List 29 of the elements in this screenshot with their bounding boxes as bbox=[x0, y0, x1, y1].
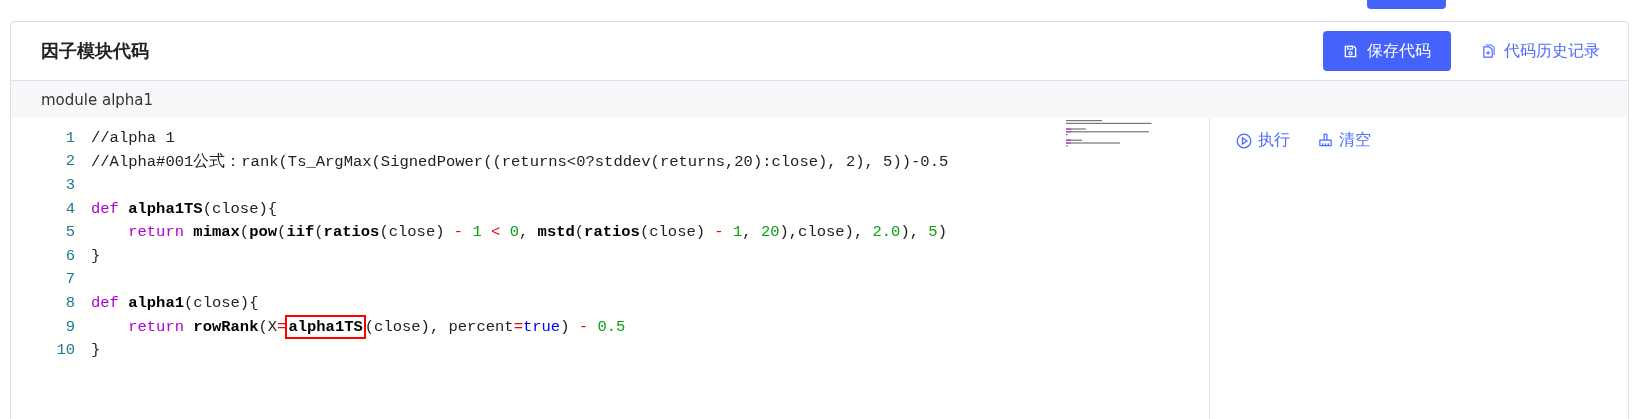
broom-icon bbox=[1318, 133, 1333, 148]
history-link[interactable]: 代码历史记录 bbox=[1481, 40, 1600, 62]
code-line: } bbox=[91, 246, 101, 265]
code-line: //alpha 1 bbox=[91, 128, 175, 147]
line-number: 4 bbox=[64, 199, 76, 218]
button[interactable] bbox=[1367, 0, 1446, 9]
line-number: 3 bbox=[64, 176, 76, 194]
line-number: 7 bbox=[64, 270, 76, 289]
play-icon bbox=[1236, 132, 1252, 149]
line-number: 9 bbox=[64, 317, 76, 336]
code-line: def alpha1TS(close){ bbox=[91, 199, 278, 218]
line-number: 5 bbox=[64, 223, 76, 242]
clear-button[interactable]: 清空 bbox=[1318, 130, 1371, 151]
save-icon bbox=[1343, 43, 1358, 59]
code-line: return rowRank(X=alpha1TS(close), percent=true) - 0.5 bbox=[91, 317, 626, 336]
code-line: //Alpha#001公式：rank(Ts_ArgMax(SignedPower((returns<0?stddev(returns,20):close), 2), 5))-0.5 bbox=[91, 151, 949, 172]
code-line: } bbox=[91, 341, 101, 360]
document-icon bbox=[1481, 43, 1496, 59]
line-number: 6 bbox=[64, 246, 76, 265]
line-number: 10 bbox=[55, 341, 76, 360]
module-name: module alpha1 bbox=[41, 90, 154, 109]
line-number: 1 bbox=[64, 128, 76, 147]
save-button[interactable]: 保存代码 bbox=[1323, 31, 1451, 71]
run-button[interactable]: 执行 bbox=[1236, 130, 1290, 151]
line-number: 8 bbox=[64, 293, 76, 312]
line-number: 2 bbox=[64, 152, 76, 171]
card-title: 因子模块代码 bbox=[41, 39, 149, 63]
code-line: return mimax(pow(iif(ratios(close) - 1 < 0, mstd(ratios(close) - 1, 20),close), 2.0), 5) bbox=[127, 223, 947, 242]
code-line: def alpha1(close){ bbox=[91, 293, 259, 312]
